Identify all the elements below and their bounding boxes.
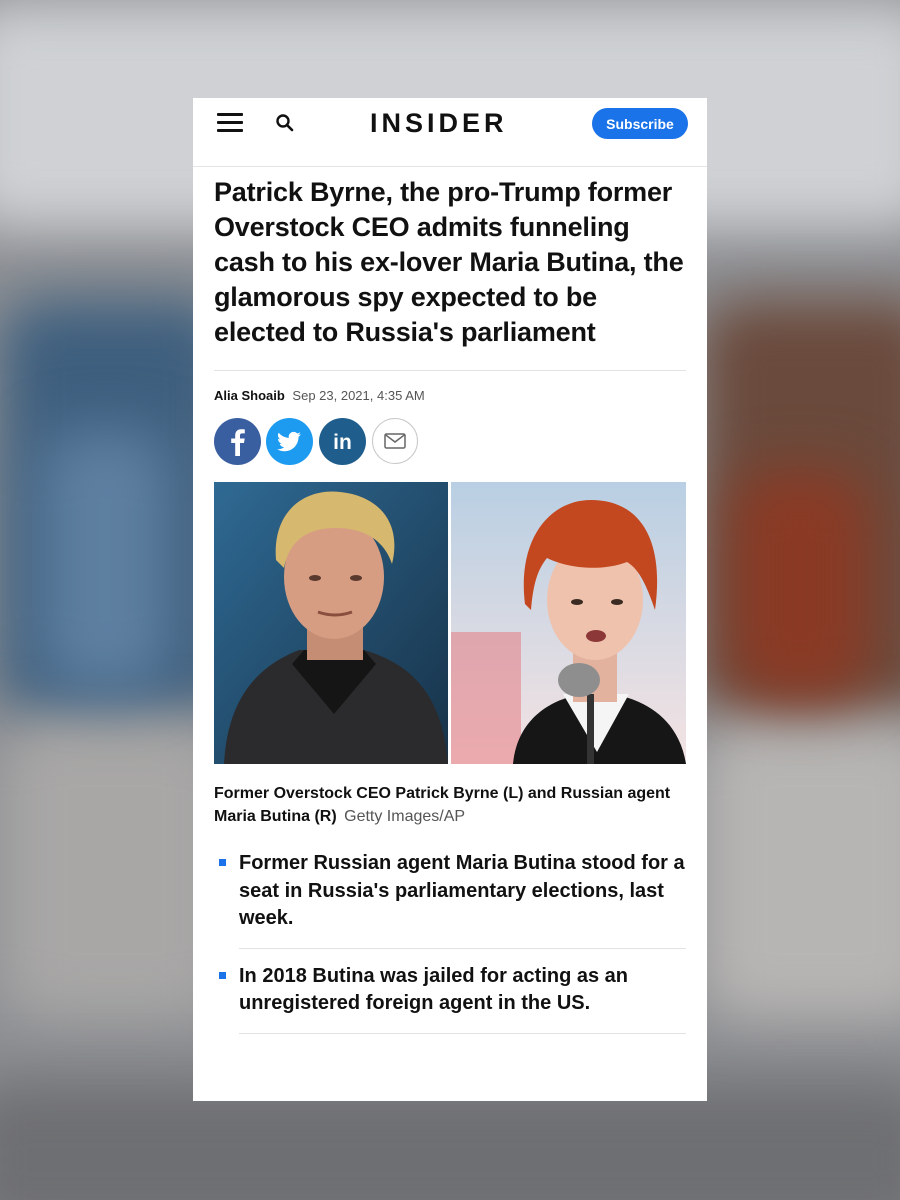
top-navigation-bar: INSIDER Subscribe: [193, 98, 707, 167]
article-headline: Patrick Byrne, the pro-Trump former Over…: [214, 177, 684, 347]
bullet-marker-icon: [219, 971, 226, 979]
photo-patrick-byrne: [214, 482, 448, 764]
share-buttons: in: [214, 418, 686, 466]
key-point-divider: [239, 947, 686, 949]
photo-maria-butina: [451, 482, 686, 764]
linkedin-icon: in: [333, 431, 352, 454]
key-point-text: Former Russian agent Maria Butina stood …: [239, 852, 685, 929]
email-share-button[interactable]: [372, 418, 418, 464]
article-content: Patrick Byrne, the pro-Trump former Over…: [193, 175, 707, 1034]
byline: Alia Shoaib Sep 23, 2021, 4:35 AM: [214, 388, 686, 403]
key-point-text: In 2018 Butina was jailed for acting as …: [239, 964, 629, 1015]
article-photo: [214, 482, 686, 764]
subscribe-button[interactable]: Subscribe: [592, 108, 688, 139]
publish-date: Sep 23, 2021, 4:35 AM: [292, 388, 425, 403]
author-name[interactable]: Alia Shoaib: [214, 388, 285, 403]
photo-caption: Former Overstock CEO Patrick Byrne (L) a…: [214, 782, 686, 828]
site-logo[interactable]: INSIDER: [370, 108, 508, 139]
facebook-icon: [231, 429, 245, 456]
key-points-list: Former Russian agent Maria Butina stood …: [214, 850, 686, 1034]
hamburger-menu-icon[interactable]: [217, 113, 243, 132]
twitter-icon: [277, 431, 301, 452]
svg-text:in: in: [333, 431, 352, 454]
bullet-marker-icon: [219, 859, 226, 866]
key-point: Former Russian agent Maria Butina stood …: [214, 850, 686, 933]
email-icon: [384, 433, 406, 449]
headline-divider: [214, 370, 686, 371]
article-page: INSIDER Subscribe Patrick Byrne, the pro…: [193, 98, 707, 1101]
key-point-divider: [239, 1032, 686, 1034]
photo-credit: Getty Images/AP: [344, 808, 466, 825]
facebook-share-button[interactable]: [214, 418, 261, 465]
twitter-share-button[interactable]: [266, 418, 313, 465]
key-point: In 2018 Butina was jailed for acting as …: [214, 963, 686, 1018]
search-icon[interactable]: [275, 113, 295, 133]
linkedin-share-button[interactable]: in: [319, 418, 366, 465]
